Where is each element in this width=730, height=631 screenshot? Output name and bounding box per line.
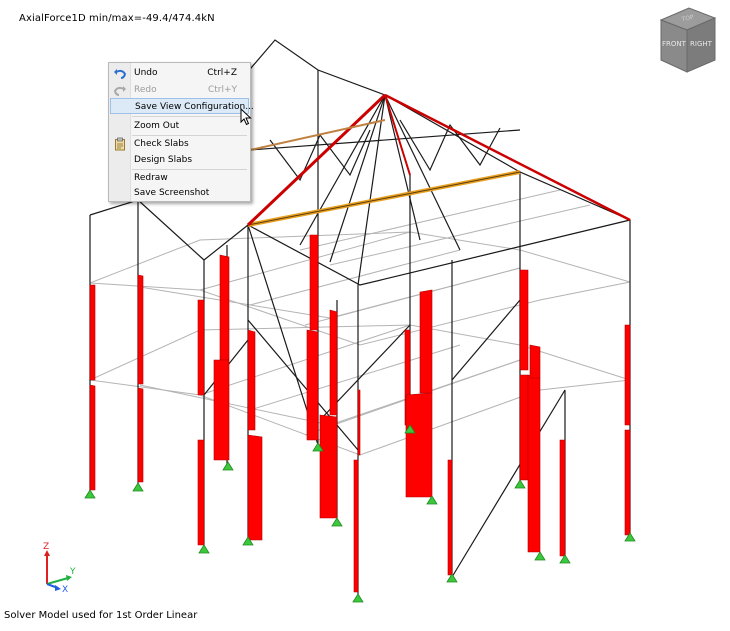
menu-item-redraw[interactable]: Redraw — [110, 170, 249, 186]
menu-item-undo[interactable]: Undo Ctrl+Z — [110, 65, 249, 81]
menu-item-label: Design Slabs — [134, 155, 193, 165]
menu-item-check-slabs[interactable]: Check Slabs — [110, 136, 249, 152]
mouse-cursor-icon — [240, 108, 252, 126]
menu-item-label: Check Slabs — [134, 139, 189, 149]
y-axis-line — [46, 577, 69, 585]
result-label: AxialForce1D min/max=-49.4/474.4kN — [19, 13, 215, 24]
menu-item-label: Save View Configuration... — [135, 102, 254, 112]
clipboard-icon — [115, 137, 125, 151]
context-menu: Undo Ctrl+Z Redo Ctrl+Y Save View Config… — [108, 62, 254, 202]
x-axis-label: X — [62, 585, 68, 592]
axis-triad: Z Y X — [38, 540, 86, 595]
undo-icon — [114, 69, 127, 79]
status-text: Solver Model used for 1st Order Linear — [4, 610, 198, 621]
menu-item-save-screenshot[interactable]: Save Screenshot — [110, 185, 249, 201]
menu-item-label: Zoom Out — [134, 121, 180, 131]
menu-item-design-slabs[interactable]: Design Slabs — [110, 152, 249, 168]
x-axis-arrow-icon — [55, 585, 61, 591]
menu-item-label: Redo — [134, 85, 157, 95]
menu-separator — [132, 116, 247, 117]
menu-item-save-view-configuration[interactable]: Save View Configuration... — [110, 98, 254, 114]
menu-item-shortcut: Ctrl+Y — [207, 85, 237, 95]
redo-icon — [113, 86, 126, 96]
view-cube-right-label: RIGHT — [690, 40, 713, 48]
menu-item-label: Save Screenshot — [134, 188, 210, 198]
menu-item-zoom-out[interactable]: Zoom Out — [110, 118, 249, 134]
view-cube-front-label: FRONT — [662, 40, 687, 48]
menu-item-label: Undo — [134, 68, 158, 78]
y-axis-label: Y — [69, 567, 76, 577]
menu-item-redo[interactable]: Redo Ctrl+Y — [110, 82, 249, 98]
menu-item-label: Redraw — [134, 173, 168, 183]
z-axis-label: Z — [43, 542, 49, 552]
view-cube[interactable]: TOP FRONT RIGHT — [655, 4, 721, 76]
menu-item-shortcut: Ctrl+Z — [207, 68, 237, 78]
